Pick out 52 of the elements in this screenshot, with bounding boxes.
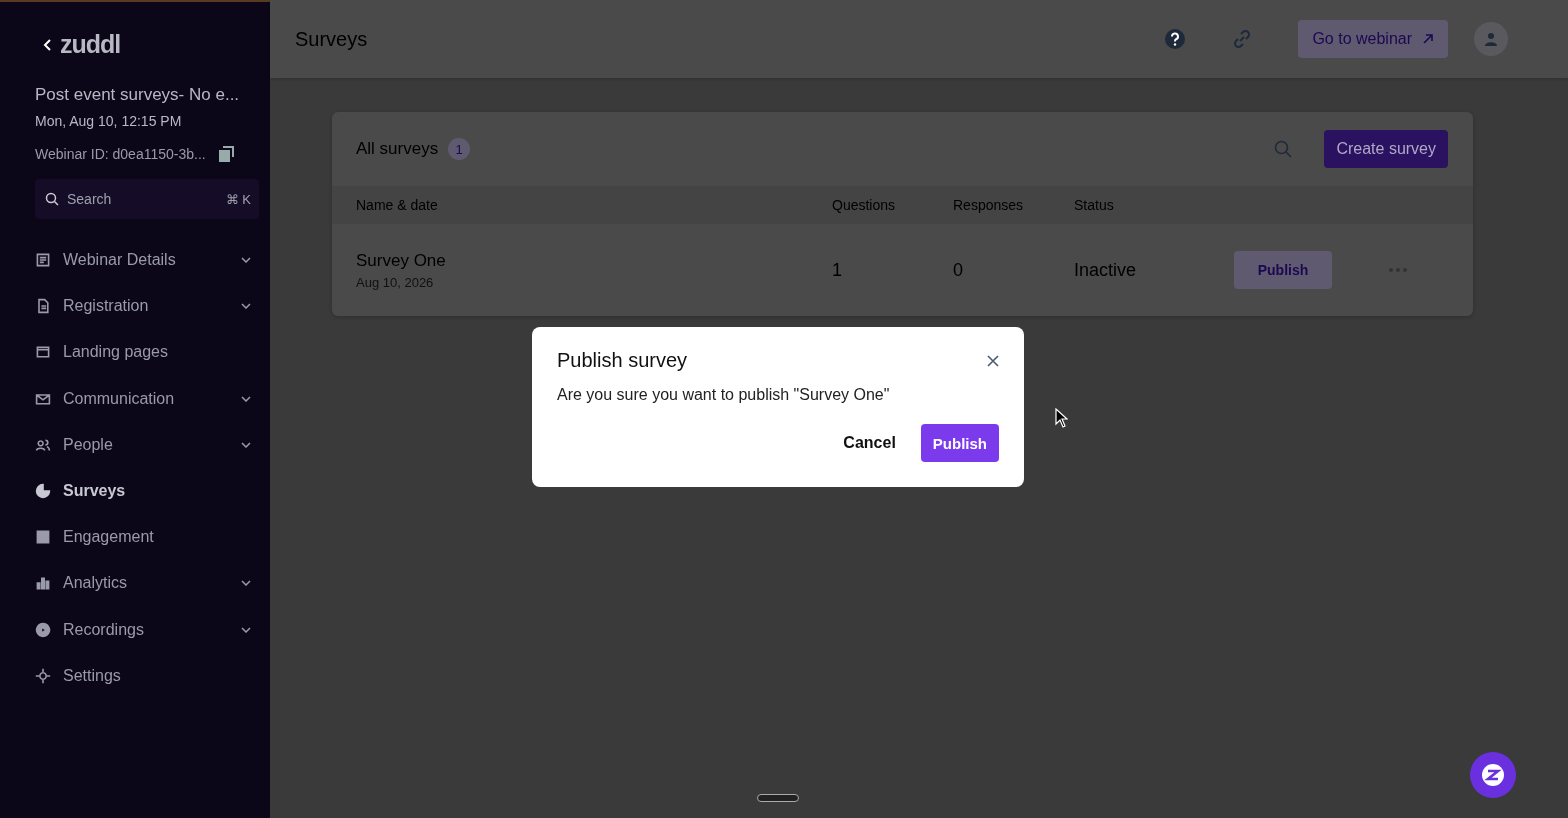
nav-item[interactable]: Analytics [35,560,255,607]
chat-button[interactable] [1470,752,1516,798]
dialog-message: Are you sure you want to publish "Survey One" [557,386,891,404]
cancel-button[interactable]: Cancel [832,424,907,462]
nav-item[interactable]: Recordings [35,606,255,653]
create-survey-button[interactable]: Create survey [1324,130,1448,168]
table-cell-text: 0 [953,259,964,281]
column-header: Status [1074,197,1115,213]
event-date: Mon, Aug 10, 12:15 PM [35,113,183,129]
column-header: Name & date [356,197,439,213]
survey-name: Survey One [356,250,447,271]
shortcut-hint: ⌘ K [225,191,251,207]
people-icon [35,436,51,453]
external-arrow-icon [1422,33,1434,45]
play-icon [35,621,51,638]
event-title: Post event surveys- No e... [35,85,241,105]
help-icon[interactable] [1164,28,1187,50]
browser-window-icon [35,344,51,361]
count-badge: 1 [448,138,471,160]
close-icon[interactable] [987,354,999,367]
nav-item[interactable]: Registration [35,283,255,330]
status-text: Inactive [1074,259,1138,281]
document-icon [35,252,51,269]
nav-item[interactable]: Settings [35,652,255,699]
column-header: Questions [832,197,897,213]
publish-button[interactable]: Publish [920,424,999,462]
drag-handle[interactable] [757,794,799,802]
page-title: Surveys [295,27,369,51]
nav-item[interactable]: Surveys [35,467,255,515]
bar-chart-icon [35,575,51,592]
nav-item[interactable]: People [35,421,255,468]
card-title: All surveys [356,139,439,159]
mouse-cursor-icon [1055,408,1068,428]
chat-logo-icon [1481,763,1505,787]
nav-item[interactable]: Landing pages [35,329,255,376]
nav-item[interactable]: Engagement [35,514,255,561]
file-icon [35,298,51,315]
pie-chart-icon [35,483,51,500]
column-header: Responses [953,197,1025,213]
back-icon[interactable] [42,37,52,52]
table-cell-text: 1 [832,259,843,281]
copy-icon[interactable] [217,145,236,163]
nav-item[interactable]: Communication [35,375,255,422]
search-field[interactable]: Search [65,190,220,208]
brand-logo: zuddl [60,30,121,59]
dialog-title: Publish survey [557,349,688,372]
search-icon [45,192,59,206]
survey-date: Aug 10, 2026 [356,274,435,290]
webinar-id: Webinar ID: d0ea1150-3b... [35,146,206,162]
nav-item[interactable]: Webinar Details [35,237,255,284]
search-field[interactable]: Search ⌘ K [35,179,259,219]
user-icon [1484,32,1498,46]
